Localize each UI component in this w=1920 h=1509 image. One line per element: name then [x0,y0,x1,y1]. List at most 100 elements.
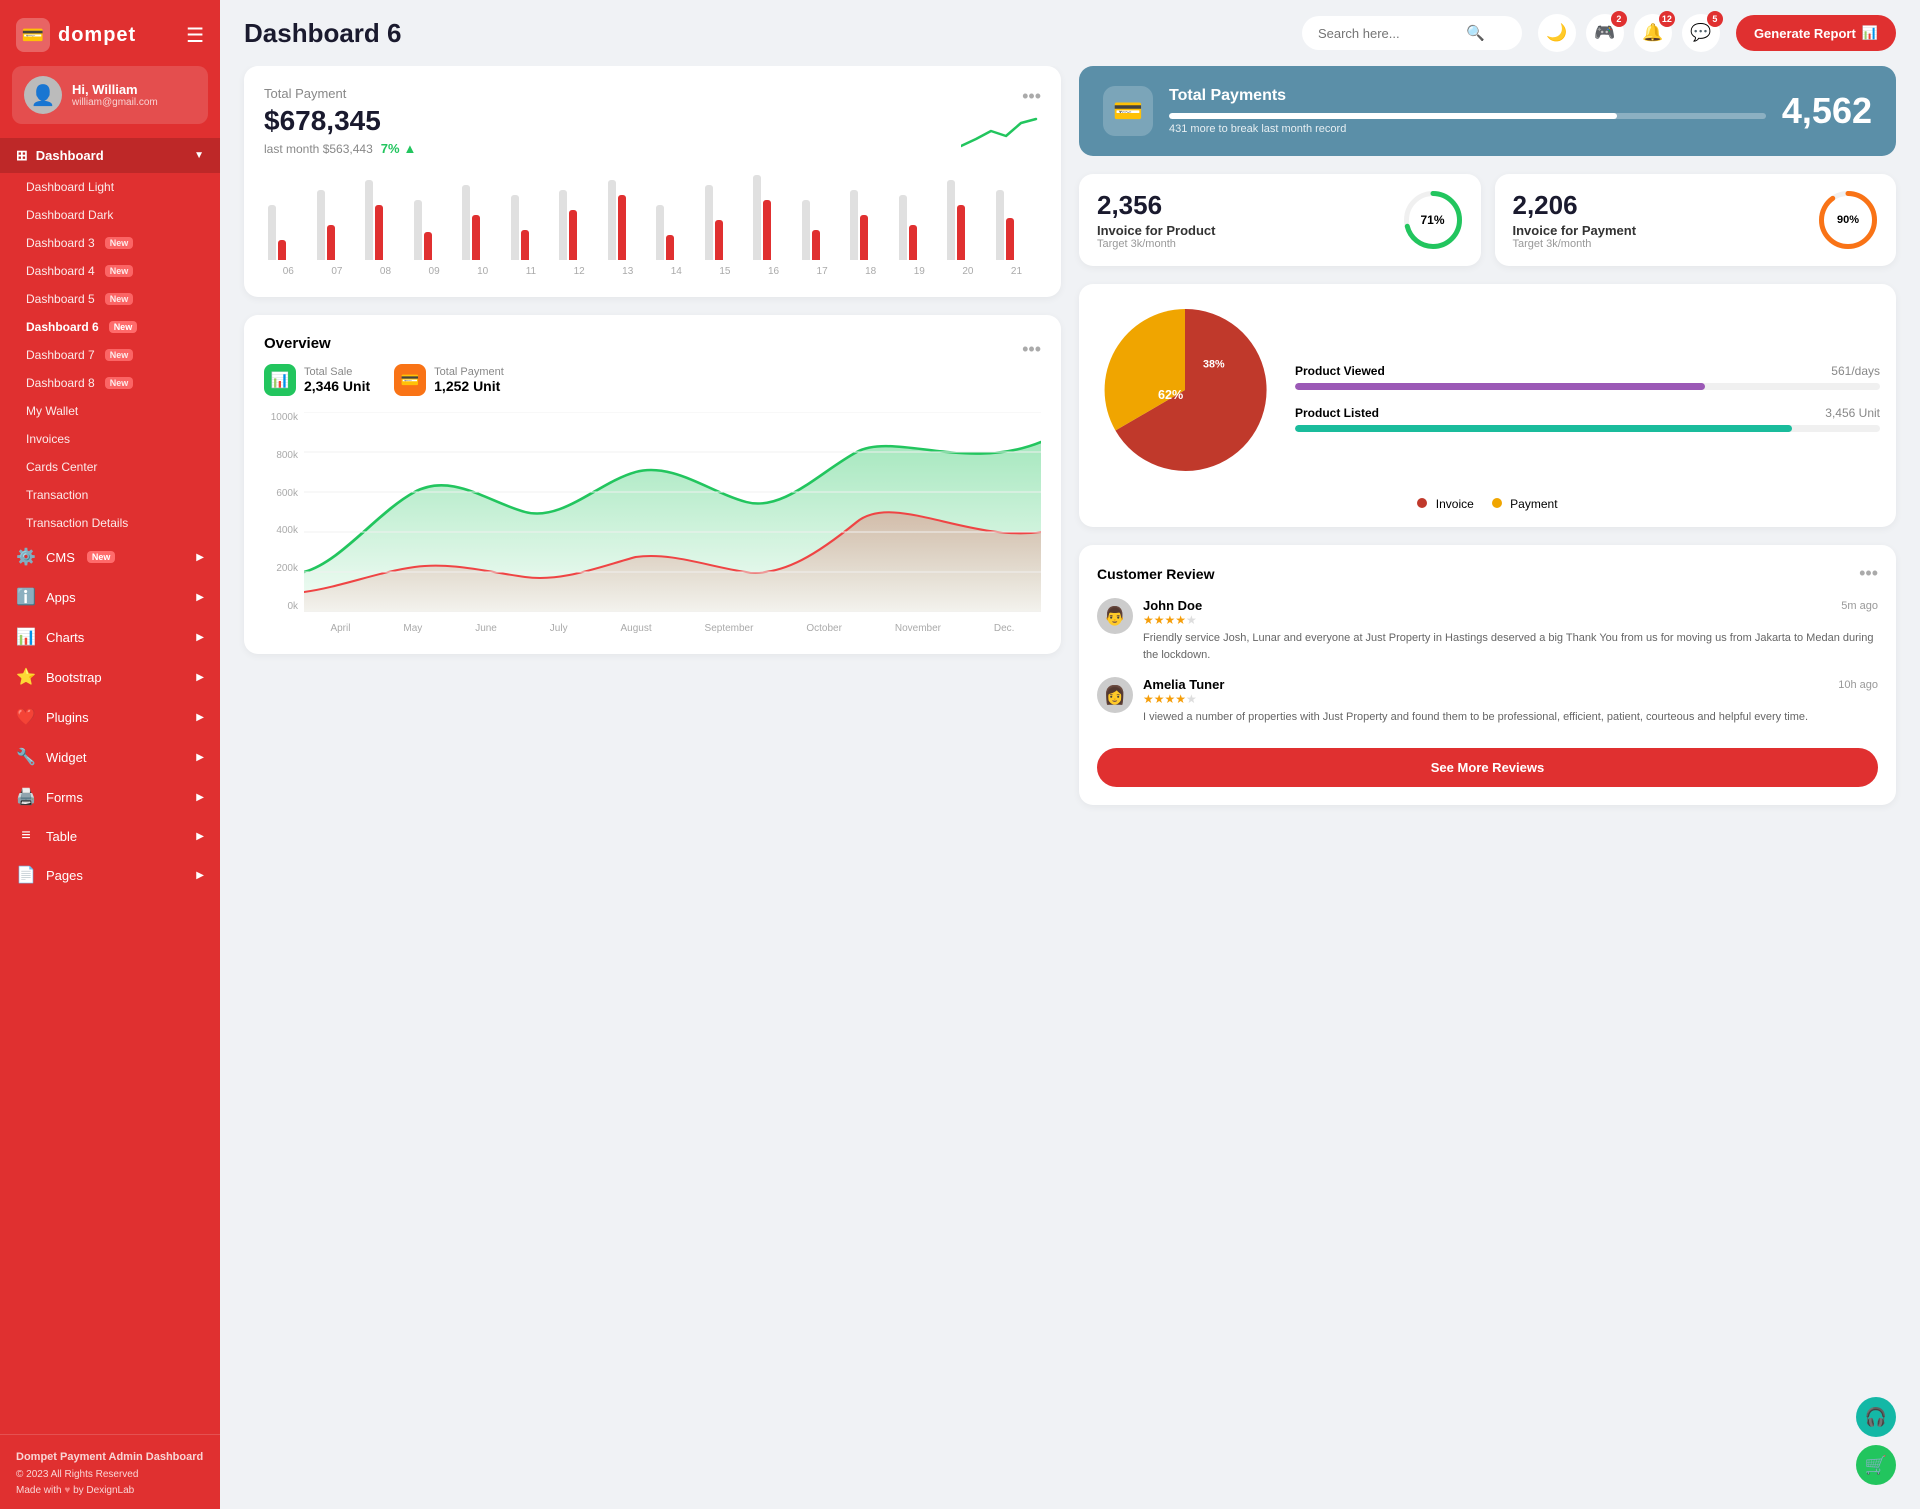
sidebar-logo: 💳 dompet ☰ [0,0,220,66]
chat-icon: 💬 [1690,23,1711,43]
reviewer-2-text: I viewed a number of properties with Jus… [1143,709,1878,726]
bar-chart-icon: 📊 [1862,25,1878,41]
sidebar-footer: Dompet Payment Admin Dashboard © 2023 Al… [0,1434,220,1509]
floating-buttons: 🎧 🛒 [1856,1397,1896,1485]
dashboard-sub-items: Dashboard Light Dashboard Dark Dashboard… [0,173,220,537]
review-header: Customer Review ••• [1097,563,1878,584]
user-profile[interactable]: 👤 Hi, William william@gmail.com [12,66,208,124]
sidebar-item-table[interactable]: ≡ Table ▶ [0,817,220,855]
sidebar-item-apps[interactable]: ℹ️ Apps ▶ [0,577,220,617]
pie-chart-svg: 62% 38% [1095,300,1275,485]
sidebar-item-transaction-details[interactable]: Transaction Details [0,509,220,537]
bar-group-9 [656,205,698,260]
sidebar-item-cards-center[interactable]: Cards Center [0,453,220,481]
sidebar-item-widget[interactable]: 🔧 Widget ▶ [0,737,220,777]
apps-icon: ℹ️ [16,587,36,607]
sidebar-item-my-wallet[interactable]: My Wallet [0,397,220,425]
hamburger-icon[interactable]: ☰ [186,23,204,48]
moon-icon: 🌙 [1546,23,1567,43]
invoice-product-donut: 71% [1403,190,1463,250]
product-listed-bar [1295,425,1880,432]
widget-arrow-icon: ▶ [196,752,204,763]
svg-text:62%: 62% [1158,388,1183,402]
sidebar-item-transaction[interactable]: Transaction [0,481,220,509]
cart-float-button[interactable]: 🛒 [1856,1445,1896,1485]
search-input[interactable] [1318,26,1458,41]
search-bar[interactable]: 🔍 [1302,16,1522,50]
bar-group-2 [317,190,359,260]
review-menu-icon[interactable]: ••• [1859,563,1878,584]
generate-report-button[interactable]: Generate Report 📊 [1736,15,1896,51]
bar-chart [264,170,1041,260]
bar-labels: 06070809101112131415161718192021 [264,266,1041,277]
legend-total-payment: 💳 Total Payment 1,252 Unit [394,364,504,396]
reviewer-2-avatar: 👩 [1097,677,1133,713]
area-chart: 1000k800k600k400k200k0k [264,412,1041,634]
right-column: 💳 Total Payments 431 more to break last … [1079,66,1896,805]
sidebar-item-charts[interactable]: 📊 Charts ▶ [0,617,220,657]
bar-group-3 [365,180,407,260]
payment-trend: 7% ▲ [381,141,417,156]
sidebar-item-dashboard-8[interactable]: Dashboard 8 New [0,369,220,397]
logo-icon: 💳 [16,18,50,52]
cart-icon: 🛒 [1865,1455,1887,1476]
sidebar-item-dashboard-light[interactable]: Dashboard Light [0,173,220,201]
topbar: Dashboard 6 🔍 🌙 🎮 2 🔔 12 💬 5 Generate R [220,0,1920,66]
bootstrap-icon: ⭐ [16,667,36,687]
user-name: Hi, William [72,82,158,97]
invoice-payment-sub: Target 3k/month [1513,238,1637,250]
overview-title: Overview [264,335,331,352]
support-float-button[interactable]: 🎧 [1856,1397,1896,1437]
sidebar-item-bootstrap[interactable]: ⭐ Bootstrap ▶ [0,657,220,697]
review-item-1: 👨 John Doe 5m ago ★★★★★ Friendly service… [1097,598,1878,663]
banner-wallet-icon: 💳 [1103,86,1153,136]
total-payments-banner: 💳 Total Payments 431 more to break last … [1079,66,1896,156]
gamepad-button[interactable]: 🎮 2 [1586,14,1624,52]
cms-icon: ⚙️ [16,547,36,567]
customer-review-card: Customer Review ••• 👨 John Doe 5m ago ★★… [1079,545,1896,805]
invoice-payment-donut: 90% [1818,190,1878,250]
sidebar-item-dashboard-4[interactable]: Dashboard 4 New [0,257,220,285]
invoice-payment-number: 2,206 [1513,190,1637,221]
pages-arrow-icon: ▶ [196,870,204,881]
bell-icon: 🔔 [1642,23,1663,43]
moon-button[interactable]: 🌙 [1538,14,1576,52]
footer-made: Made with ♥ by DexignLab [16,1483,204,1499]
dashboard-arrow: ▼ [194,150,204,161]
sidebar-item-plugins[interactable]: ❤️ Plugins ▶ [0,697,220,737]
bar-group-4 [414,200,456,260]
sidebar-item-invoices[interactable]: Invoices [0,425,220,453]
banner-progress-bar [1169,113,1766,119]
legend-total-sale: 📊 Total Sale 2,346 Unit [264,364,370,396]
card-menu-icon[interactable]: ••• [1022,86,1041,107]
main-content: Dashboard 6 🔍 🌙 🎮 2 🔔 12 💬 5 Generate R [220,0,1920,1509]
invoice-legend: Invoice [1417,497,1473,511]
chat-button[interactable]: 💬 5 [1682,14,1720,52]
total-payment-amount: $678,345 [264,105,416,137]
sidebar-item-pages[interactable]: 📄 Pages ▶ [0,855,220,895]
table-arrow-icon: ▶ [196,831,204,842]
sidebar-item-dashboard-5[interactable]: Dashboard 5 New [0,285,220,313]
sidebar-item-dashboard-3[interactable]: Dashboard 3 New [0,229,220,257]
product-viewed-stat: Product Viewed 561/days [1295,364,1880,390]
overview-menu-icon[interactable]: ••• [1022,339,1041,360]
sidebar-item-dashboard-7[interactable]: Dashboard 7 New [0,341,220,369]
charts-arrow-icon: ▶ [196,632,204,643]
reviewer-1-avatar: 👨 [1097,598,1133,634]
sidebar-item-forms[interactable]: 🖨️ Forms ▶ [0,777,220,817]
search-icon: 🔍 [1466,24,1485,42]
sidebar-item-dashboard-6[interactable]: Dashboard 6 New [0,313,220,341]
bar-group-11 [753,175,795,260]
bar-group-7 [559,190,601,260]
svg-text:38%: 38% [1203,359,1225,371]
bell-button[interactable]: 🔔 12 [1634,14,1672,52]
total-payment-card: Total Payment $678,345 last month $563,4… [244,66,1061,297]
support-icon: 🎧 [1865,1407,1887,1428]
review-title: Customer Review [1097,566,1214,582]
see-more-reviews-button[interactable]: See More Reviews [1097,748,1878,787]
sidebar-item-dashboard-dark[interactable]: Dashboard Dark [0,201,220,229]
dashboard-nav-header[interactable]: ⊞ Dashboard ▼ [0,138,220,173]
sidebar-item-cms[interactable]: ⚙️ CMS New ▶ [0,537,220,577]
sidebar-nav: ⊞ Dashboard ▼ Dashboard Light Dashboard … [0,138,220,1434]
footer-title: Dompet Payment Admin Dashboard [16,1449,204,1467]
